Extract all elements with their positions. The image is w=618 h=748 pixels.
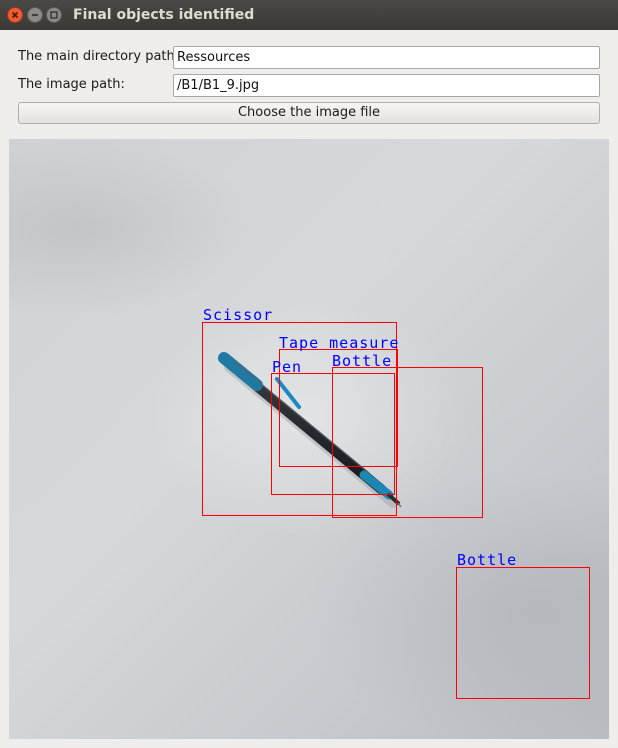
window-title: Final objects identified: [73, 7, 255, 23]
title-bar: Final objects identified: [0, 0, 618, 30]
detection-box-bottle-2: [456, 567, 590, 699]
detection-label-scissor: Scissor: [203, 306, 274, 324]
image-path-label: The image path:: [18, 77, 125, 92]
main-directory-input[interactable]: Ressources: [173, 46, 600, 69]
detection-label-bottle: Bottle: [332, 352, 393, 370]
maximize-icon: [50, 11, 58, 19]
close-icon: [11, 11, 19, 19]
minimize-icon: [32, 14, 38, 16]
detection-label-pen: Pen: [272, 358, 303, 376]
detection-image: Scissor Tape measure Pen Bottle Bottle: [9, 139, 609, 739]
minimize-button[interactable]: [27, 7, 43, 23]
main-directory-label: The main directory path:: [18, 49, 180, 64]
image-path-input[interactable]: /B1/B1_9.jpg: [173, 74, 600, 97]
maximize-button[interactable]: [46, 7, 62, 23]
detection-label-tape-measure: Tape measure: [279, 334, 400, 352]
detection-box-bottle: [332, 367, 483, 518]
detection-label-bottle-2: Bottle: [457, 551, 518, 569]
choose-image-button[interactable]: Choose the image file: [18, 102, 600, 124]
close-button[interactable]: [7, 7, 23, 23]
